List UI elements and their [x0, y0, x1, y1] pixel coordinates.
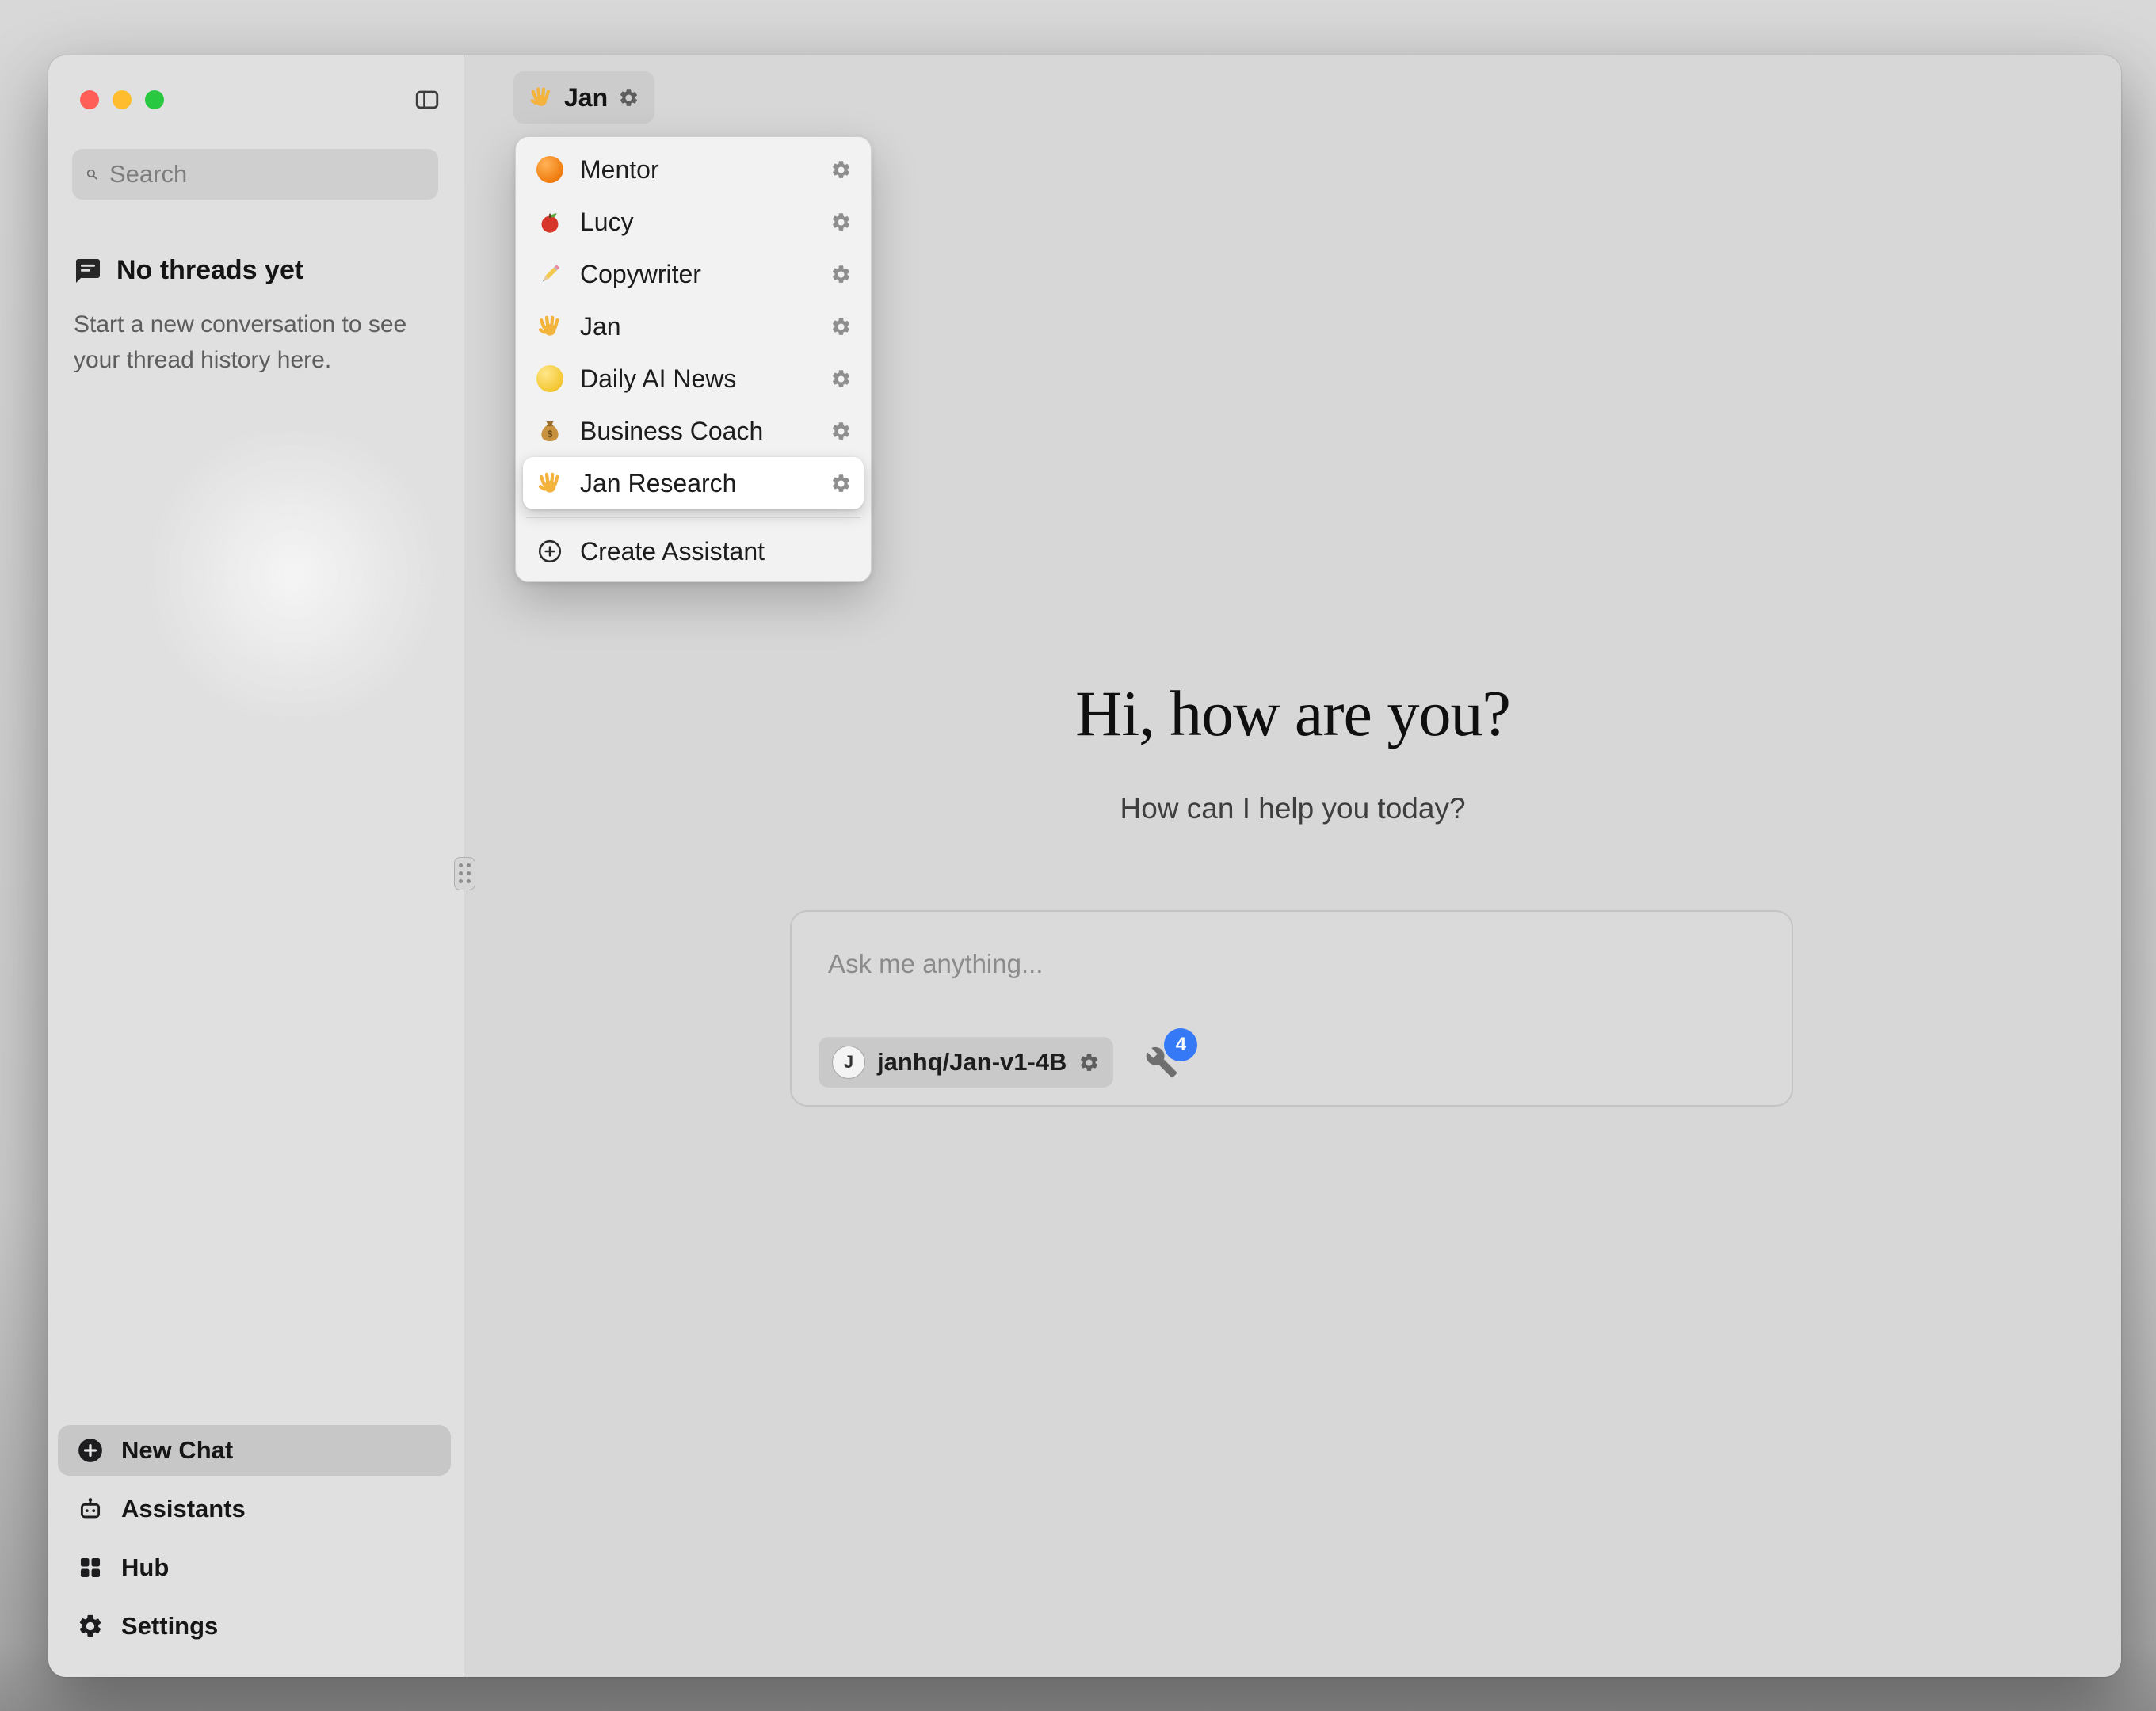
settings-gear-icon: [77, 1613, 104, 1640]
menu-item-label: Mentor: [580, 155, 659, 185]
model-name: janhq/Jan-v1-4B: [877, 1048, 1067, 1077]
model-settings-gear-icon[interactable]: [1078, 1052, 1100, 1073]
item-gear-icon[interactable]: [830, 211, 852, 233]
tools-count-badge: 4: [1164, 1028, 1197, 1061]
sidebar-item-label: Hub: [121, 1553, 169, 1582]
model-selector-button[interactable]: J janhq/Jan-v1-4B: [819, 1037, 1113, 1088]
greeting-title: Hi, how are you?: [464, 676, 2121, 751]
assistant-selector-button[interactable]: Jan: [513, 71, 654, 124]
sidebar-item-new-chat[interactable]: New Chat: [58, 1425, 451, 1476]
assistant-dropdown-menu: Mentor Lucy Copywriter Jan Daily AI: [515, 136, 872, 582]
menu-item-label: Lucy: [580, 208, 634, 237]
sidebar-item-label: Settings: [121, 1612, 218, 1641]
money-bag-icon: [535, 416, 565, 446]
yellow-circle-icon: [535, 364, 565, 394]
empty-threads-state: No threads yet Start a new conversation …: [74, 255, 422, 378]
menu-item-label: Copywriter: [580, 260, 701, 289]
menu-item-daily-ai-news[interactable]: Daily AI News: [523, 352, 864, 405]
create-assistant-button[interactable]: Create Assistant: [523, 526, 864, 577]
menu-item-business-coach[interactable]: Business Coach: [523, 405, 864, 457]
menu-item-jan[interactable]: Jan: [523, 300, 864, 352]
apple-icon: [535, 207, 565, 237]
menu-item-label: Business Coach: [580, 417, 763, 446]
item-gear-icon[interactable]: [830, 473, 852, 494]
empty-state-line1: Start a new conversation to see: [74, 311, 406, 337]
item-gear-icon[interactable]: [830, 316, 852, 337]
sidebar-nav: New Chat Assistants Hub Settings: [58, 1425, 451, 1652]
sidebar-item-label: Assistants: [121, 1495, 246, 1523]
composer-toolbar: J janhq/Jan-v1-4B 4: [819, 1037, 1178, 1088]
item-gear-icon[interactable]: [830, 159, 852, 181]
menu-item-label: Daily AI News: [580, 364, 736, 394]
empty-state-line2: your thread history here.: [74, 347, 331, 373]
create-assistant-label: Create Assistant: [580, 537, 765, 566]
wave-hand-icon: [535, 311, 565, 341]
tools-button[interactable]: 4: [1145, 1046, 1178, 1079]
item-gear-icon[interactable]: [830, 264, 852, 285]
menu-item-mentor[interactable]: Mentor: [523, 143, 864, 196]
wave-hand-icon: [535, 468, 565, 498]
menu-item-label: Jan: [580, 312, 621, 341]
orange-circle-icon: [535, 154, 565, 185]
search-icon: [85, 162, 99, 186]
chat-input[interactable]: [828, 942, 1700, 986]
plus-circle-icon: [535, 536, 565, 566]
sidebar-item-assistants[interactable]: Assistants: [58, 1484, 451, 1534]
menu-divider: [526, 517, 860, 518]
sidebar-toggle-icon: [412, 86, 442, 113]
menu-item-copywriter[interactable]: Copywriter: [523, 248, 864, 300]
minimize-button[interactable]: [113, 90, 132, 109]
assistants-robot-icon: [77, 1496, 104, 1522]
new-chat-plus-icon: [77, 1437, 104, 1464]
empty-state-title: No threads yet: [116, 255, 303, 286]
item-gear-icon[interactable]: [830, 368, 852, 390]
sidebar-resize-handle[interactable]: [454, 857, 475, 890]
zoom-button[interactable]: [145, 90, 164, 109]
close-button[interactable]: [80, 90, 99, 109]
menu-item-lucy[interactable]: Lucy: [523, 196, 864, 248]
sidebar-item-label: New Chat: [121, 1436, 233, 1465]
pencil-icon: [535, 259, 565, 289]
sidebar-item-hub[interactable]: Hub: [58, 1542, 451, 1593]
sidebar-toggle-button[interactable]: [411, 86, 443, 114]
main-area: Jan Mentor Lucy Copywriter Ja: [464, 55, 2121, 1677]
empty-state-description: Start a new conversation to see your thr…: [74, 307, 422, 378]
chat-composer[interactable]: J janhq/Jan-v1-4B 4: [790, 910, 1793, 1107]
app-window: No threads yet Start a new conversation …: [48, 55, 2121, 1677]
sidebar-item-settings[interactable]: Settings: [58, 1601, 451, 1652]
assistant-settings-gear-icon: [618, 87, 639, 109]
greeting-subtitle: How can I help you today?: [464, 792, 2121, 825]
wave-hand-icon: [529, 85, 554, 110]
current-assistant-name: Jan: [564, 83, 608, 112]
menu-item-jan-research[interactable]: Jan Research: [523, 457, 864, 509]
chat-bubble-icon: [74, 257, 102, 285]
search-input[interactable]: [109, 160, 425, 189]
item-gear-icon[interactable]: [830, 421, 852, 442]
window-controls: [80, 90, 164, 109]
menu-item-label: Jan Research: [580, 469, 736, 498]
sidebar-decorative-blob: [143, 420, 445, 729]
search-box[interactable]: [72, 149, 438, 200]
model-avatar: J: [832, 1046, 865, 1079]
hub-grid-icon: [77, 1554, 104, 1581]
sidebar: No threads yet Start a new conversation …: [48, 55, 464, 1677]
